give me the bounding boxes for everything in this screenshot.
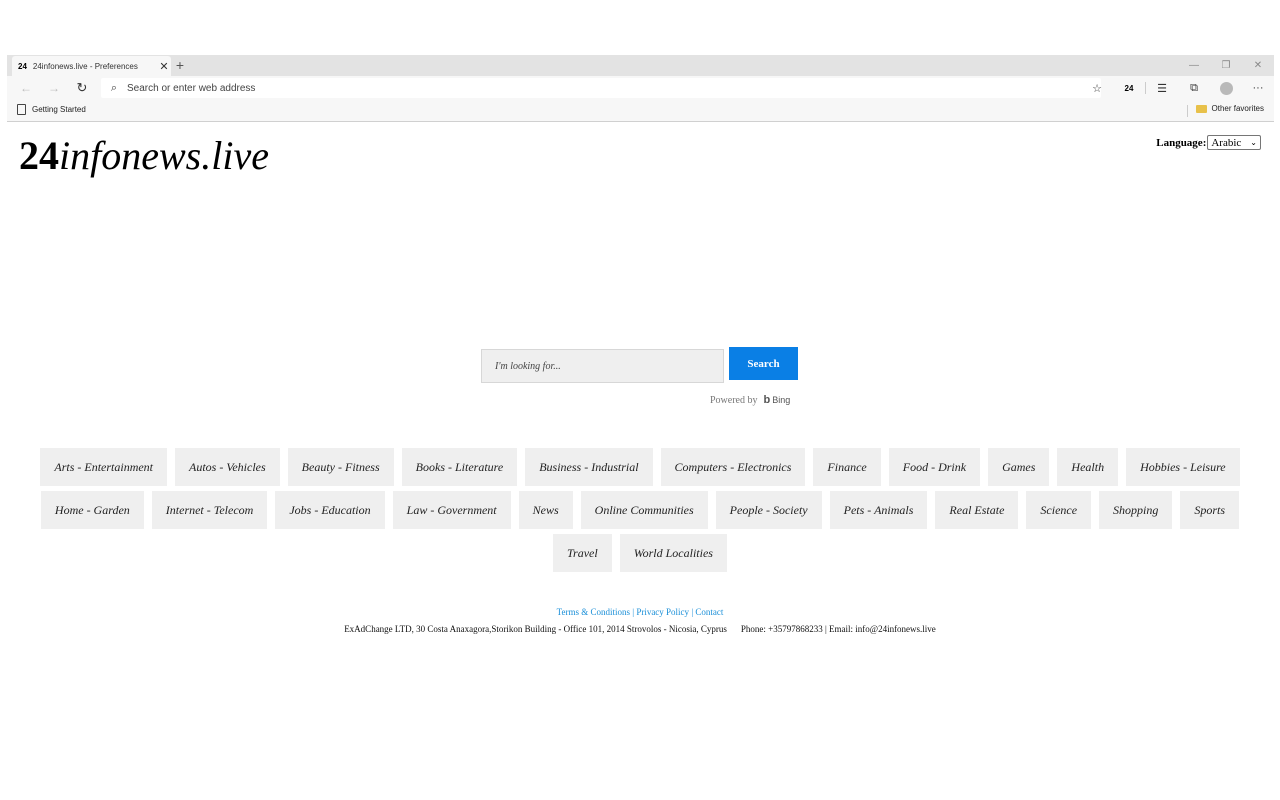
favorites-divider <box>1187 105 1188 117</box>
favorites-bar: Getting Started Other favorites <box>7 100 1274 122</box>
category-online-communities[interactable]: Online Communities <box>580 491 708 529</box>
search-button[interactable]: Search <box>729 347 798 380</box>
category-finance[interactable]: Finance <box>813 448 881 486</box>
profile-icon[interactable] <box>1210 81 1242 95</box>
terms-link[interactable]: Terms & Conditions <box>557 607 630 617</box>
tab-favicon: 24 <box>18 61 27 71</box>
tab-strip: 24 24infonews.live - Preferences ✕ + — ❐… <box>7 55 1274 76</box>
search-box <box>481 349 724 383</box>
language-label: Language: <box>1156 136 1207 149</box>
tab-title: 24infonews.live - Preferences <box>32 61 138 71</box>
footer-links: Terms & Conditions | Privacy Policy | Co… <box>0 607 1280 617</box>
category-news[interactable]: News <box>518 491 573 529</box>
category-business-industrial[interactable]: Business - Industrial <box>525 448 653 486</box>
back-icon[interactable]: ← <box>17 79 35 97</box>
category-beauty-fitness[interactable]: Beauty - Fitness <box>287 448 394 486</box>
bing-logo: b Bing <box>764 394 791 406</box>
address-bar[interactable]: ⌕ <box>101 78 1101 98</box>
favorite-label: Other favorites <box>1211 104 1264 113</box>
footer-separator: | <box>691 607 694 617</box>
navigation-bar: ← → ↻ ⌕ ☆ 24 ☰ ⧉ ··· <box>7 76 1274 100</box>
language-select[interactable]: Arabic ⌄ <box>1207 135 1261 150</box>
tab-active[interactable]: 24 24infonews.live - Preferences ✕ <box>12 56 171 76</box>
favorite-getting-started[interactable]: Getting Started <box>17 104 86 115</box>
new-tab-button[interactable]: + <box>173 56 187 74</box>
category-food-drink[interactable]: Food - Drink <box>888 448 981 486</box>
browser-chrome: 24 24infonews.live - Preferences ✕ + — ❐… <box>7 55 1274 123</box>
extension-icon[interactable]: 24 <box>1113 84 1145 93</box>
language-selector: Language: Arabic ⌄ <box>1156 135 1261 150</box>
favorites-list-icon[interactable]: ☰ <box>1146 82 1178 95</box>
folder-icon <box>1195 104 1207 113</box>
category-list: Arts - Entertainment Autos - Vehicles Beau… <box>0 448 1280 572</box>
category-internet-telecom[interactable]: Internet - Telecom <box>151 491 268 529</box>
category-real-estate[interactable]: Real Estate <box>935 491 1019 529</box>
logo-number: 24 <box>19 133 59 178</box>
site-logo[interactable]: 24infonews.live <box>19 134 269 178</box>
page-icon <box>17 104 26 115</box>
chevron-down-icon: ⌄ <box>1250 138 1257 147</box>
privacy-link[interactable]: Privacy Policy <box>636 607 689 617</box>
favorite-label: Getting Started <box>32 105 86 114</box>
minimize-icon[interactable]: — <box>1178 55 1210 76</box>
window-controls: — ❐ ✕ <box>1178 55 1274 76</box>
category-travel[interactable]: Travel <box>553 534 612 572</box>
category-sports[interactable]: Sports <box>1180 491 1240 529</box>
category-games[interactable]: Games <box>988 448 1050 486</box>
category-health[interactable]: Health <box>1057 448 1119 486</box>
collections-icon[interactable]: ⧉ <box>1178 82 1210 95</box>
search-icon: ⌕ <box>110 81 118 94</box>
category-books-literature[interactable]: Books - Literature <box>401 448 518 486</box>
forward-icon[interactable]: → <box>45 79 63 97</box>
powered-by: Powered by b Bing <box>710 394 790 406</box>
avatar <box>1219 81 1233 95</box>
category-world-localities[interactable]: World Localities <box>619 534 727 572</box>
category-computers-electronics[interactable]: Computers - Electronics <box>660 448 806 486</box>
category-law-government[interactable]: Law - Government <box>392 491 511 529</box>
favorite-other-favorites[interactable]: Other favorites <box>1195 104 1264 113</box>
category-shopping[interactable]: Shopping <box>1099 491 1173 529</box>
language-value: Arabic <box>1211 136 1242 149</box>
bing-text: Bing <box>772 395 791 405</box>
search-input[interactable] <box>482 350 723 382</box>
close-window-icon[interactable]: ✕ <box>1242 55 1274 76</box>
address-input[interactable] <box>127 82 1027 94</box>
reload-icon[interactable]: ↻ <box>73 79 91 97</box>
restore-icon[interactable]: ❐ <box>1210 55 1242 76</box>
category-hobbies-leisure[interactable]: Hobbies - Leisure <box>1126 448 1240 486</box>
category-home-garden[interactable]: Home - Garden <box>40 491 144 529</box>
category-people-society[interactable]: People - Society <box>715 491 822 529</box>
footer-separator: | <box>632 607 635 617</box>
category-jobs-education[interactable]: Jobs - Education <box>275 491 385 529</box>
company-address: ExAdChange LTD, 30 Costa Anaxagora,Stori… <box>344 624 727 634</box>
bing-icon: b <box>763 394 771 406</box>
more-icon[interactable]: ··· <box>1242 82 1274 94</box>
powered-by-label: Powered by <box>710 394 758 406</box>
footer-address: ExAdChange LTD, 30 Costa Anaxagora,Stori… <box>0 624 1280 634</box>
contact-link[interactable]: Contact <box>695 607 723 617</box>
company-contact: Phone: +35797868233 | Email: info@24info… <box>740 624 936 634</box>
category-autos-vehicles[interactable]: Autos - Vehicles <box>175 448 280 486</box>
tab-close-icon[interactable]: ✕ <box>157 60 171 73</box>
category-arts-entertainment[interactable]: Arts - Entertainment <box>40 448 168 486</box>
logo-text: infonews.live <box>59 133 269 178</box>
toolbar-icons: ☆ 24 ☰ ⧉ ··· <box>1081 78 1274 98</box>
category-pets-animals[interactable]: Pets - Animals <box>829 491 928 529</box>
favorite-star-icon[interactable]: ☆ <box>1081 82 1113 95</box>
category-science[interactable]: Science <box>1026 491 1092 529</box>
